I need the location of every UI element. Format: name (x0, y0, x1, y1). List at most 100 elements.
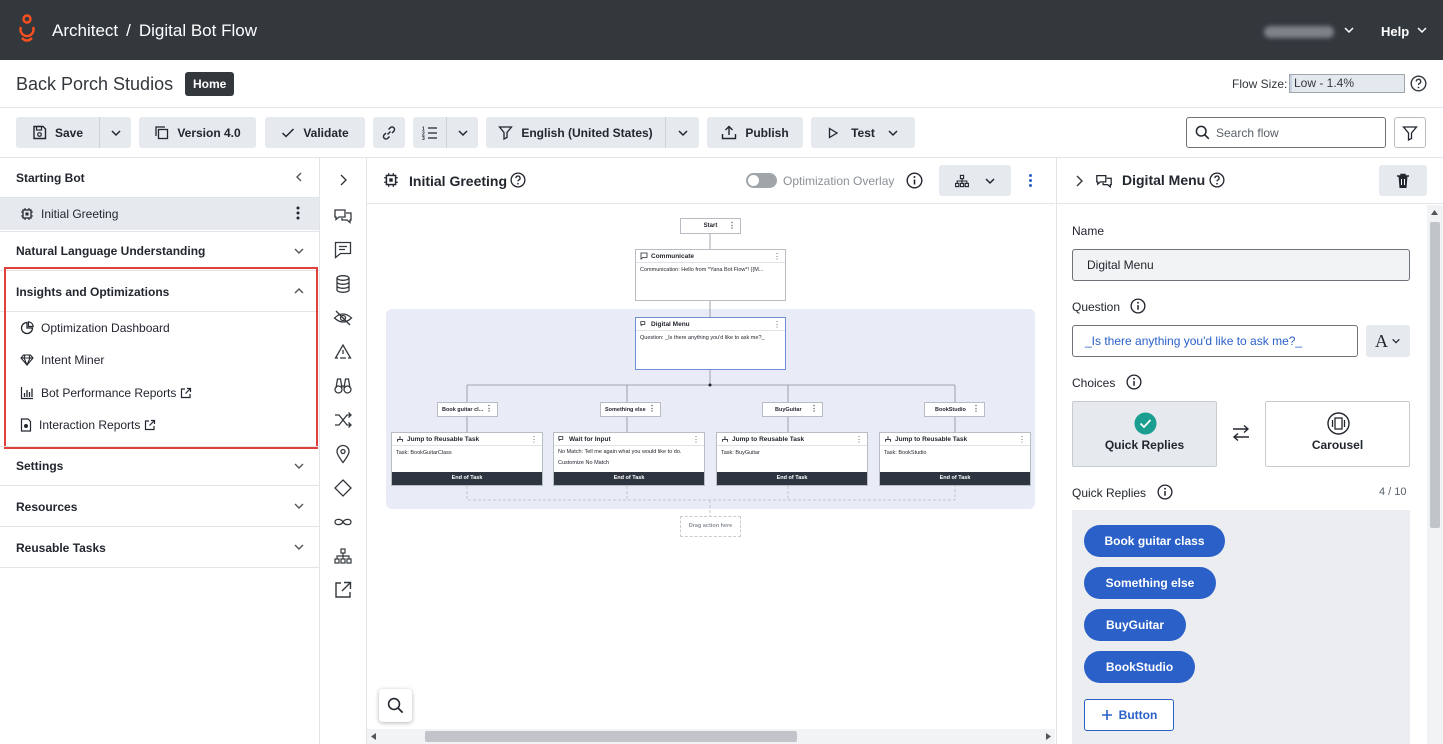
external-link-icon[interactable] (333, 580, 353, 600)
message-icon[interactable] (333, 240, 353, 260)
section-settings[interactable]: Settings (0, 446, 319, 486)
outline-options-button[interactable] (446, 117, 478, 148)
dependencies-button[interactable] (373, 117, 405, 148)
kebab-menu-icon[interactable]: ⋮ (855, 435, 863, 444)
shuffle-icon[interactable] (333, 410, 353, 430)
breadcrumb-app[interactable]: Architect (52, 21, 118, 40)
branch-pill[interactable]: BookStudio ⋮ (924, 402, 985, 417)
help-icon[interactable] (1209, 172, 1225, 188)
help-menu[interactable]: Help (1381, 24, 1409, 39)
kebab-menu-icon[interactable]: ⋮ (972, 404, 980, 413)
language-options-button[interactable] (665, 117, 699, 148)
question-input[interactable]: _Is there anything you'd like to ask me?… (1072, 325, 1358, 357)
canvas-scroll-thumb[interactable] (425, 731, 797, 742)
flow-size-help-icon[interactable] (1410, 75, 1427, 92)
outline-button[interactable]: 123 (413, 117, 446, 148)
choice-carousel[interactable]: Carousel (1265, 401, 1410, 467)
scroll-right-icon[interactable] (1045, 733, 1051, 740)
text-format-button[interactable]: A (1366, 325, 1410, 357)
branch-label: Book guitar cl... (442, 406, 484, 413)
scroll-up-icon[interactable] (1431, 210, 1438, 216)
collapse-panel-chevron-icon[interactable] (1073, 174, 1085, 188)
search-flow-input[interactable]: Search flow (1186, 117, 1386, 148)
kebab-menu-icon[interactable]: ⋮ (773, 320, 781, 329)
user-menu-chevron-down-icon[interactable] (1343, 24, 1355, 36)
loop-infinity-icon[interactable] (333, 512, 353, 532)
task-node[interactable]: Jump to Reusable Task ⋮ Task: BookGuitar… (391, 432, 543, 486)
question-info-icon[interactable] (1130, 298, 1146, 314)
expand-toolbox-icon[interactable] (333, 170, 353, 190)
publish-button[interactable]: Publish (707, 117, 803, 148)
help-icon[interactable] (510, 172, 526, 188)
version-button[interactable]: Version 4.0 (139, 117, 256, 148)
quick-reply-pill[interactable]: Something else (1084, 567, 1216, 599)
quick-reply-pill[interactable]: BookStudio (1084, 651, 1195, 683)
layout-button[interactable] (939, 165, 1011, 196)
swap-arrows-icon[interactable] (1231, 424, 1251, 442)
canvas-zoom-button[interactable] (379, 689, 412, 722)
home-badge[interactable]: Home (185, 72, 235, 96)
test-button[interactable]: Test (811, 117, 915, 148)
kebab-menu-icon[interactable]: ⋮ (810, 404, 818, 413)
task-node[interactable]: Wait for Input ⋮ No Match: Tell me again… (553, 432, 705, 486)
save-button[interactable]: Save (16, 117, 99, 148)
warning-icon[interactable] (333, 342, 353, 362)
section-nlu[interactable]: Natural Language Understanding (0, 231, 319, 271)
collapse-left-icon[interactable] (293, 171, 305, 183)
version-label: Version 4.0 (177, 125, 241, 140)
optimization-overlay-toggle[interactable] (746, 173, 777, 188)
task-node[interactable]: Jump to Reusable Task ⋮ Task: BookStudio… (879, 432, 1031, 486)
quick-replies-info-icon[interactable] (1157, 484, 1173, 500)
validate-button[interactable]: Validate (265, 117, 365, 148)
section-resources[interactable]: Resources (0, 487, 319, 527)
decision-diamond-icon[interactable] (333, 478, 353, 498)
flow-canvas[interactable]: Start ⋮ Communicate ⋮ Communication: Hel… (367, 204, 1055, 729)
communicate-node[interactable]: Communicate ⋮ Communication: Hello from … (635, 249, 786, 301)
kebab-menu-icon[interactable]: ⋮ (728, 219, 736, 233)
question-label: Question (1072, 300, 1121, 314)
help-chevron-down-icon[interactable] (1416, 24, 1428, 36)
quick-reply-pill[interactable]: BuyGuitar (1084, 609, 1186, 641)
name-input[interactable]: Digital Menu (1072, 249, 1410, 281)
kebab-menu-icon[interactable]: ⋮ (485, 404, 493, 413)
chat-bubbles-icon[interactable] (333, 206, 353, 226)
user-menu[interactable] (1264, 26, 1334, 38)
panel-scroll-thumb[interactable] (1430, 222, 1440, 528)
kebab-menu-icon[interactable]: ⋮ (530, 435, 538, 444)
branch-pill[interactable]: Something else ⋮ (600, 402, 661, 417)
branch-pill[interactable]: Book guitar cl... ⋮ (437, 402, 498, 417)
language-button[interactable]: English (United States) (486, 117, 665, 148)
genesys-logo-icon[interactable] (17, 14, 37, 44)
section-starting-bot[interactable]: Starting Bot (0, 158, 319, 198)
kebab-menu-icon[interactable] (296, 206, 300, 220)
hierarchy-icon[interactable] (333, 546, 353, 566)
quick-reply-pill[interactable]: Book guitar class (1084, 525, 1225, 557)
kebab-menu-icon[interactable]: ⋮ (648, 404, 656, 413)
search-filter-button[interactable] (1394, 117, 1426, 148)
top-bar: Architect / Digital Bot Flow Help (0, 0, 1443, 60)
database-icon[interactable] (333, 274, 353, 294)
add-quick-reply-button[interactable]: Button (1084, 699, 1174, 731)
chevron-down-icon (887, 127, 899, 139)
branch-pill[interactable]: BuyGuitar ⋮ (762, 402, 823, 417)
section-reusable-tasks[interactable]: Reusable Tasks (0, 528, 319, 568)
drag-action-placeholder[interactable]: Drag action here (680, 516, 741, 537)
save-options-button[interactable] (99, 117, 131, 148)
kebab-menu-icon[interactable]: ⋮ (773, 252, 781, 261)
scroll-left-icon[interactable] (371, 733, 377, 740)
info-icon[interactable] (906, 172, 923, 189)
choice-quick-replies[interactable]: Quick Replies (1072, 401, 1217, 467)
kebab-menu-icon[interactable]: ⋮ (692, 435, 700, 444)
task-node[interactable]: Jump to Reusable Task ⋮ Task: BuyGuitar … (716, 432, 868, 486)
section-settings-label: Settings (16, 459, 64, 473)
hidden-eye-icon[interactable] (333, 308, 353, 328)
sidebar-item-initial-greeting[interactable]: Initial Greeting (0, 198, 319, 230)
location-pin-icon[interactable] (333, 444, 353, 464)
choices-info-icon[interactable] (1126, 374, 1142, 390)
binoculars-icon[interactable] (333, 376, 353, 396)
canvas-kebab-menu-icon[interactable] (1028, 173, 1033, 188)
kebab-menu-icon[interactable]: ⋮ (1018, 435, 1026, 444)
digital-menu-node[interactable]: Digital Menu ⋮ Question: _Is there anyth… (635, 317, 786, 370)
delete-button[interactable] (1379, 165, 1427, 196)
start-node[interactable]: Start ⋮ (680, 218, 741, 234)
